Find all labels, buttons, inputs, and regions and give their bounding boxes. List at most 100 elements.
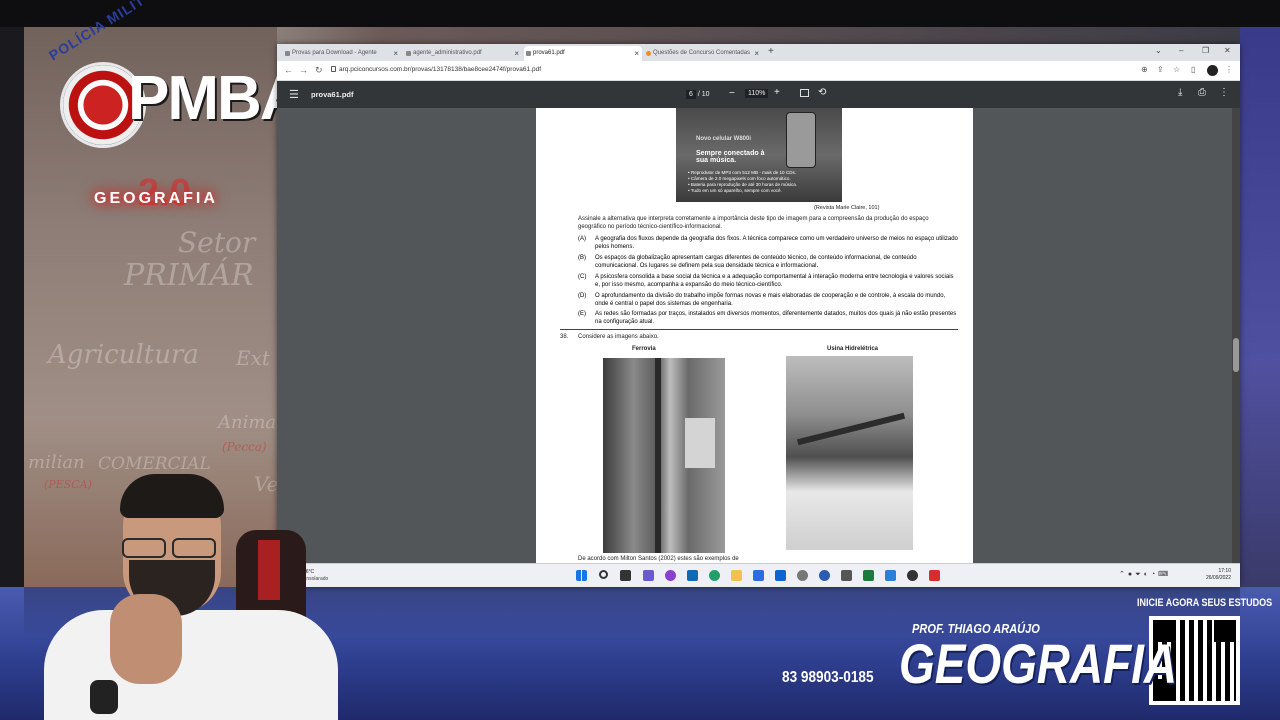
task-view-icon[interactable] bbox=[620, 570, 631, 581]
close-icon[interactable]: × bbox=[754, 49, 759, 58]
print-icon[interactable]: ⎙ bbox=[1198, 87, 1206, 98]
clock-date: 26/09/2022 bbox=[1205, 575, 1231, 581]
windows-start-icon[interactable] bbox=[576, 570, 587, 581]
option-text: Os espaços da globalização apresentam ca… bbox=[595, 255, 917, 269]
menu-icon[interactable]: ⋮ bbox=[1225, 65, 1233, 74]
close-icon[interactable]: × bbox=[514, 49, 519, 58]
search-icon[interactable] bbox=[599, 570, 608, 579]
page-number-input[interactable]: 6 bbox=[686, 90, 696, 99]
browser-tab[interactable]: Questões de Concurso Comentadas × bbox=[644, 46, 762, 61]
top-black-bar bbox=[0, 0, 1280, 27]
new-tab-button[interactable]: + bbox=[768, 46, 774, 57]
pdf-viewer[interactable]: Novo celular W800i Sempre conectado à su… bbox=[277, 108, 1240, 563]
chalk-word: (Pecca) bbox=[222, 440, 267, 454]
profile-avatar[interactable] bbox=[1207, 65, 1218, 76]
app-icon-gray[interactable] bbox=[841, 570, 852, 581]
option-text: A geografia dos fluxos depende da geogra… bbox=[595, 236, 958, 250]
url-field[interactable]: arq.pciconcursos.com.br/provas/13178138/… bbox=[339, 66, 541, 73]
sidebar-icon[interactable]: ▯ bbox=[1191, 65, 1195, 74]
option-letter: (C) bbox=[578, 274, 587, 280]
close-icon[interactable]: × bbox=[393, 49, 398, 58]
glasses-lens bbox=[122, 538, 166, 558]
subject-title: GEOGRAFIA bbox=[899, 632, 1178, 695]
divider-line bbox=[560, 329, 958, 330]
contact-phone: 83 98903-0185 bbox=[782, 669, 874, 686]
chalk-word: Ext bbox=[236, 346, 270, 370]
chalk-word: milian bbox=[28, 452, 85, 473]
chalk-word: Ve bbox=[254, 472, 279, 496]
presenter-hair bbox=[120, 474, 224, 518]
more-options-icon[interactable]: ⋮ bbox=[1219, 87, 1229, 98]
browser-tab[interactable]: agente_administrativo.pdf × bbox=[404, 46, 522, 61]
fit-page-icon[interactable] bbox=[800, 89, 809, 97]
reload-icon[interactable]: ↻ bbox=[315, 65, 323, 76]
phone-advertisement-image: Novo celular W800i Sempre conectado à su… bbox=[676, 108, 842, 202]
acrobat-pdf-icon[interactable] bbox=[929, 570, 940, 581]
gaming-chair-accent bbox=[258, 540, 280, 600]
lock-icon bbox=[331, 66, 336, 72]
rotate-icon[interactable]: ⟲ bbox=[818, 87, 826, 98]
weather-description: Ensolarado bbox=[303, 576, 329, 582]
taskbar-clock[interactable]: 17:10 26/09/2022 bbox=[1199, 568, 1231, 582]
ad-slogan: Sempre conectado à sua música. bbox=[696, 150, 765, 164]
chalk-word: Agricultura bbox=[48, 340, 199, 370]
close-window-button[interactable]: ✕ bbox=[1224, 46, 1231, 55]
mail-icon[interactable] bbox=[775, 570, 786, 581]
vertical-scrollbar[interactable] bbox=[1232, 108, 1240, 563]
app-icon[interactable] bbox=[665, 570, 676, 581]
site-icon bbox=[646, 51, 651, 56]
monitor-app-icon[interactable] bbox=[687, 570, 698, 581]
zoom-out-button[interactable]: − bbox=[729, 88, 735, 99]
ad-bullets: • Reprodutor de MP3 com 512 MB - mais de… bbox=[688, 170, 838, 194]
pdf-icon bbox=[526, 51, 531, 56]
scrollbar-thumb[interactable] bbox=[1233, 338, 1239, 372]
chalk-word: Animal bbox=[218, 412, 282, 433]
store-icon[interactable] bbox=[753, 570, 764, 581]
browser-tab-active[interactable]: prova61.pdf × bbox=[524, 46, 642, 61]
glasses-lens bbox=[172, 538, 216, 558]
tab-search-icon[interactable]: ⌄ bbox=[1155, 46, 1162, 55]
download-icon[interactable]: ⤓ bbox=[1178, 87, 1182, 98]
share-icon[interactable]: ⇪ bbox=[1157, 65, 1164, 74]
system-tray-icons[interactable]: ⌃●⏷◐◔⌨ bbox=[1119, 570, 1171, 579]
minimize-button[interactable]: – bbox=[1179, 46, 1183, 55]
bookmark-star-icon[interactable]: ☆ bbox=[1173, 65, 1180, 74]
tab-label: prova61.pdf bbox=[533, 50, 565, 56]
maximize-button[interactable]: ❐ bbox=[1202, 46, 1209, 55]
option-letter: (A) bbox=[578, 236, 586, 242]
edge-browser-icon[interactable] bbox=[709, 570, 720, 581]
pdf-page: Novo celular W800i Sempre conectado à su… bbox=[536, 108, 973, 563]
obs-icon[interactable] bbox=[907, 570, 918, 581]
file-explorer-icon[interactable] bbox=[731, 570, 742, 581]
zoom-level-input[interactable]: 110% bbox=[745, 89, 769, 98]
option-text: O aprofundamento da divisão do trabalho … bbox=[595, 293, 946, 307]
close-icon[interactable]: × bbox=[634, 49, 639, 58]
question-38-continuation: De acordo com Milton Santos (2002) estes… bbox=[578, 556, 739, 562]
page-total: / 10 bbox=[697, 91, 710, 98]
caption-hydroelectric: Usina Hidrelétrica bbox=[827, 346, 879, 352]
zoom-in-button[interactable]: + bbox=[774, 87, 780, 98]
hydroelectric-dam-photo bbox=[786, 356, 913, 550]
warehouse-building bbox=[685, 418, 715, 468]
chalk-word: Setor bbox=[178, 226, 256, 259]
geografia-logo-text: GEOGRAFIA bbox=[94, 190, 218, 207]
railway-track bbox=[655, 358, 661, 553]
forward-icon[interactable]: → bbox=[299, 65, 308, 75]
tab-label: Provas para Download - Agente bbox=[292, 50, 377, 56]
browser-tab[interactable]: Provas para Download - Agente × bbox=[283, 46, 401, 61]
chat-icon[interactable] bbox=[643, 570, 654, 581]
app-icon-blue[interactable] bbox=[819, 570, 830, 581]
option-text: As redes são formadas por traços, instal… bbox=[595, 311, 957, 325]
notepad-icon[interactable] bbox=[885, 570, 896, 581]
presenter-shirt bbox=[44, 610, 338, 720]
presenter-glasses bbox=[116, 538, 222, 560]
chalk-word: COMERCIAL bbox=[98, 454, 211, 474]
hamburger-menu-icon[interactable]: ☰ bbox=[289, 88, 299, 101]
tab-strip: Provas para Download - Agente × agente_a… bbox=[277, 44, 1240, 61]
zoom-icon[interactable]: ⊕ bbox=[1141, 65, 1148, 74]
back-icon[interactable]: ← bbox=[284, 65, 293, 75]
right-decor-strip bbox=[1240, 27, 1280, 587]
settings-gear-icon[interactable] bbox=[797, 570, 808, 581]
ad-bullet: • Tudo em um só aparelho, sempre com voc… bbox=[688, 188, 782, 193]
app-icon-green[interactable] bbox=[863, 570, 874, 581]
